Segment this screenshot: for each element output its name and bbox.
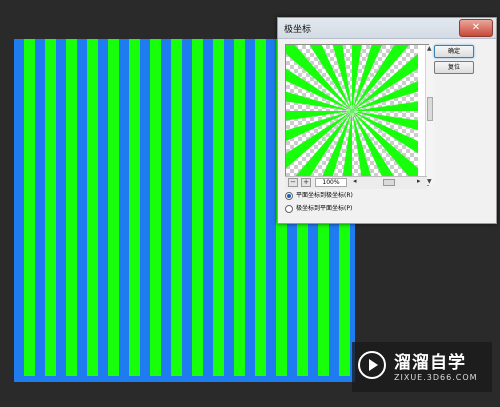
watermark: 溜溜自学 ZIXUE.3D66.COM bbox=[352, 342, 492, 392]
option-rect-to-polar[interactable]: 平面坐标到极坐标(R) bbox=[285, 190, 353, 202]
horizontal-scroll-thumb[interactable] bbox=[383, 179, 395, 186]
conversion-options: 平面坐标到极坐标(R) 极坐标到平面坐标(P) bbox=[285, 190, 485, 220]
preview-vertical-scrollbar[interactable]: ▲ ▼ bbox=[425, 45, 434, 185]
zoom-value: 100% bbox=[315, 178, 347, 187]
zoom-out-button[interactable]: − bbox=[288, 178, 298, 187]
option-polar-to-rect-label: 极坐标到平面坐标(P) bbox=[296, 205, 353, 212]
option-rect-to-polar-label: 平面坐标到极坐标(R) bbox=[296, 192, 353, 199]
plus-icon: + bbox=[303, 178, 309, 186]
reset-button[interactable]: 复位 bbox=[434, 61, 474, 74]
scroll-right-icon[interactable]: ▸ bbox=[417, 177, 421, 185]
dialog-titlebar[interactable]: 极坐标 ✕ bbox=[278, 18, 496, 39]
canvas-bottom-band bbox=[14, 376, 355, 382]
close-icon: ✕ bbox=[471, 22, 481, 33]
dialog-title: 极坐标 bbox=[284, 25, 312, 35]
zoom-bar: − + 100% ◂ ▸ bbox=[285, 176, 427, 189]
radio-rect-to-polar[interactable] bbox=[285, 191, 293, 200]
sunburst-preview-image bbox=[286, 45, 418, 177]
scroll-up-icon[interactable]: ▲ bbox=[427, 45, 432, 52]
option-polar-to-rect[interactable]: 极坐标到平面坐标(P) bbox=[285, 203, 352, 215]
scroll-left-icon[interactable]: ◂ bbox=[353, 177, 357, 185]
watermark-title: 溜溜自学 bbox=[394, 353, 466, 373]
scroll-down-icon[interactable]: ▼ bbox=[427, 178, 432, 185]
watermark-url: ZIXUE.3D66.COM bbox=[394, 373, 478, 382]
polar-coordinates-dialog: 极坐标 ✕ ▲ ▼ − + 100% ◂ ▸ 确定 复位 平面坐标到极坐标(R)… bbox=[277, 17, 497, 224]
ok-button[interactable]: 确定 bbox=[434, 45, 474, 58]
scroll-thumb[interactable] bbox=[427, 97, 433, 121]
minus-icon: − bbox=[290, 178, 296, 186]
zoom-in-button[interactable]: + bbox=[301, 178, 311, 187]
close-button[interactable]: ✕ bbox=[459, 19, 493, 37]
play-logo-icon bbox=[358, 351, 386, 379]
radio-polar-to-rect[interactable] bbox=[285, 204, 293, 213]
filter-preview[interactable]: ▲ ▼ bbox=[285, 44, 434, 186]
